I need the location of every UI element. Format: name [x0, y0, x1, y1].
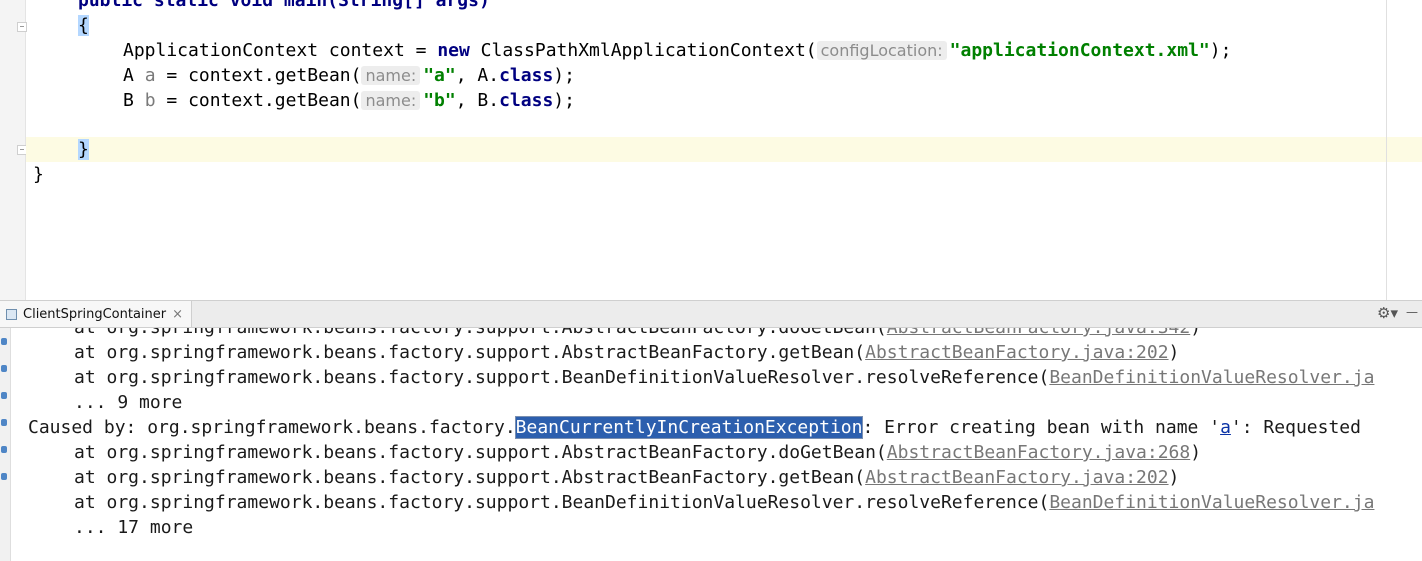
operator: = [166, 65, 178, 86]
type-name: B [123, 90, 134, 111]
source-link[interactable]: BeanDefinitionValueResolver.ja [1049, 367, 1374, 388]
stack-frame-end: ) [1168, 342, 1180, 363]
operator: = [166, 90, 178, 111]
pin-icon[interactable] [1, 419, 7, 426]
selected-exception-name[interactable]: BeanCurrentlyInCreationException [514, 416, 864, 439]
variable-name: context [328, 40, 405, 61]
current-line-highlight [26, 137, 1422, 162]
stack-frame-line: at org.springframework.beans.factory.sup… [74, 340, 1179, 365]
method-call: context.getBean( [188, 90, 362, 111]
gear-icon[interactable]: ⚙▾ [1377, 304, 1398, 322]
caused-by-line: Caused by: org.springframework.beans.fac… [28, 415, 1361, 440]
string-literal: "applicationContext.xml" [949, 40, 1210, 61]
method-signature-line: public static void main(String[] args) [78, 0, 490, 11]
right-margin-guide [1386, 0, 1387, 300]
separator: , A. [455, 65, 500, 86]
stack-frame-text: at org.springframework.beans.factory.sup… [74, 367, 1050, 388]
stack-frame-line: at org.springframework.beans.factory.sup… [74, 465, 1179, 490]
string-literal: "b" [423, 90, 456, 111]
stack-frame-text: at org.springframework.beans.factory.sup… [74, 342, 866, 363]
console-output[interactable]: at org.springframework.beans.factory.sup… [0, 328, 1422, 561]
close-icon[interactable]: × [172, 307, 183, 322]
source-link[interactable]: AbstractBeanFactory.java:342 [887, 328, 1190, 338]
call-end: ); [553, 90, 575, 111]
scroll-to-end-icon[interactable] [1, 446, 7, 453]
method-open-brace: { [78, 13, 89, 38]
fold-open-icon[interactable] [17, 22, 27, 32]
matched-brace: } [78, 139, 89, 160]
error-message: : Error creating bean with name ' [862, 417, 1221, 438]
constructor-call: ClassPathXmlApplicationContext( [480, 40, 817, 61]
type-name: ApplicationContext [123, 40, 319, 61]
run-tab-client-spring-container[interactable]: ClientSpringContainer × [0, 301, 193, 327]
stack-frame-line: at org.springframework.beans.factory.sup… [74, 328, 1201, 340]
source-link[interactable]: AbstractBeanFactory.java:202 [865, 467, 1168, 488]
stack-frame-text: at org.springframework.beans.factory.sup… [74, 328, 887, 338]
code-line-context: ApplicationContext context = new ClassPa… [123, 38, 1231, 63]
keyword-class: class [499, 90, 554, 111]
separator: , B. [455, 90, 500, 111]
matched-brace: { [78, 15, 89, 36]
hide-panel-icon[interactable]: — [1406, 305, 1418, 319]
call-end: ); [553, 65, 575, 86]
more-frames-line: ... 17 more [74, 517, 194, 538]
print-icon[interactable] [1, 473, 7, 480]
stack-frame-end: ) [1190, 328, 1201, 338]
application-icon [6, 308, 17, 320]
stack-frame-line: at org.springframework.beans.factory.sup… [74, 490, 1374, 515]
stop-icon[interactable] [1, 365, 7, 372]
parameter-hint: name: [361, 91, 421, 110]
error-message-end: ': Requested [1230, 417, 1361, 438]
run-tab-label: ClientSpringContainer [23, 306, 167, 322]
run-tool-window-header: ClientSpringContainer × ⚙▾ — [0, 300, 1422, 328]
variable-name: b [144, 90, 156, 111]
bean-name-link[interactable]: a [1220, 417, 1231, 438]
type-name: A [123, 65, 134, 86]
stack-frame-end: ) [1168, 467, 1180, 488]
stack-frame-line: at org.springframework.beans.factory.sup… [74, 365, 1374, 390]
stack-frame-text: at org.springframework.beans.factory.sup… [74, 467, 866, 488]
more-frames-line: ... 9 more [74, 392, 183, 413]
parameter-hint: name: [361, 66, 421, 85]
console-toolbar [0, 328, 11, 561]
call-end: ); [1209, 40, 1232, 61]
rerun-icon[interactable] [1, 338, 7, 345]
keyword-new: new [437, 40, 470, 61]
code-line-bean-a: A a = context.getBean(name: "a", A.class)… [123, 63, 575, 88]
source-link[interactable]: AbstractBeanFactory.java:202 [865, 342, 1168, 363]
stack-frame-text: at org.springframework.beans.factory.sup… [74, 442, 887, 463]
parameter-hint: configLocation: [816, 41, 947, 60]
stack-frame-end: ) [1190, 442, 1202, 463]
code-line-bean-b: B b = context.getBean(name: "b", B.class)… [123, 88, 575, 113]
string-literal: "a" [423, 65, 456, 86]
operator: = [415, 40, 427, 61]
class-close-brace: } [33, 164, 44, 185]
source-link[interactable]: AbstractBeanFactory.java:268 [887, 442, 1190, 463]
stack-frame-text: at org.springframework.beans.factory.sup… [74, 492, 1050, 513]
keyword-class: class [499, 65, 554, 86]
method-call: context.getBean( [188, 65, 362, 86]
source-link[interactable]: BeanDefinitionValueResolver.ja [1049, 492, 1374, 513]
code-editor[interactable]: public static void main(String[] args) {… [0, 0, 1422, 300]
stack-frame-line: at org.springframework.beans.factory.sup… [74, 440, 1201, 465]
variable-name: a [144, 65, 156, 86]
caused-by-prefix: Caused by: org.springframework.beans.fac… [28, 417, 516, 438]
restore-layout-icon[interactable] [1, 392, 7, 399]
method-close-brace: } [78, 137, 89, 162]
